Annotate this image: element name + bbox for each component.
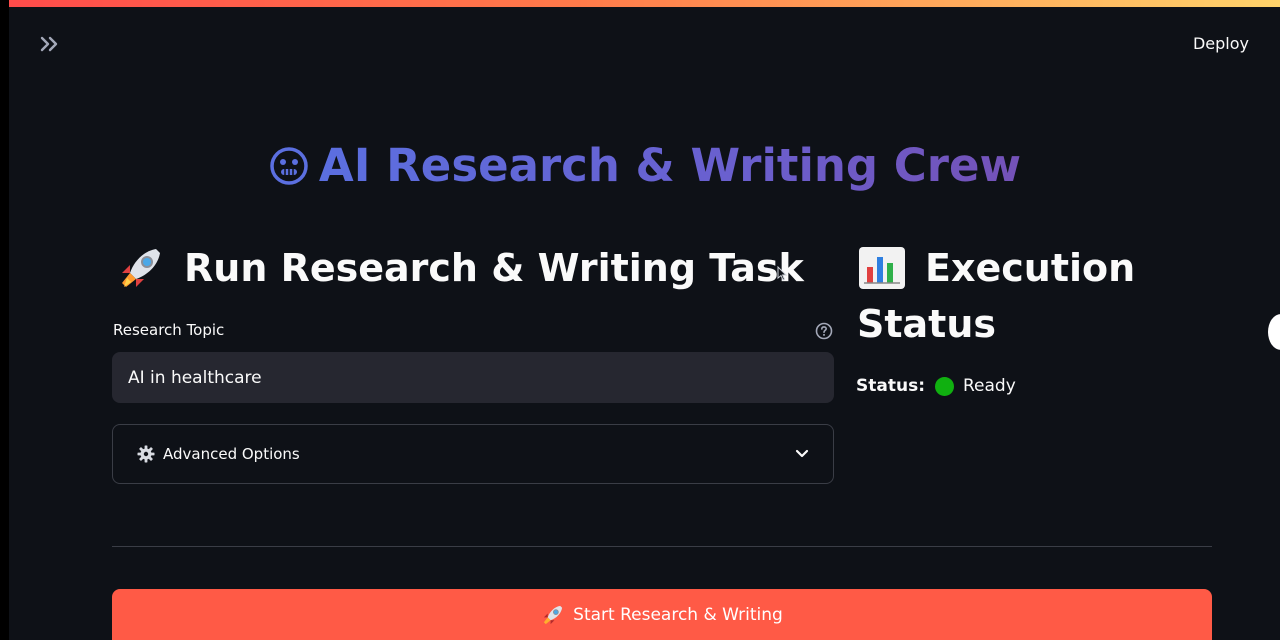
mouse-cursor-icon [777,266,787,281]
top-decoration-bar [0,0,1280,7]
run-task-heading-text: Run Research & Writing Task [184,246,804,290]
left-edge-strip [0,0,9,640]
right-edge-circle[interactable] [1268,314,1280,350]
divider [112,546,1212,547]
execution-status-heading: Execution Status [857,240,1197,352]
start-research-button[interactable]: Start Research & Writing [112,589,1212,640]
research-topic-label: Research Topic [113,321,225,339]
double-chevron-right-icon [40,36,58,52]
deploy-button[interactable]: Deploy [1193,34,1249,53]
expand-sidebar-button[interactable] [38,32,62,56]
page-title: AI Research & Writing Crew [0,140,1280,192]
advanced-options-label: Advanced Options [163,445,300,463]
app-root: Deploy AI Research & Writing Crew Run Re… [0,0,1280,640]
status-label: Status: [856,376,925,396]
rocket-icon [122,249,160,287]
research-topic-input[interactable] [112,352,834,403]
status-value: Ready [963,376,1016,396]
status-line: Status: Ready [856,376,1016,396]
chevron-down-icon [795,449,809,459]
help-icon[interactable] [815,322,833,340]
gear-icon [137,445,155,463]
bar-chart-icon [859,247,905,289]
page-title-text: AI Research & Writing Crew [318,139,1022,192]
status-green-dot-icon [935,376,954,396]
run-task-heading: Run Research & Writing Task [116,240,804,296]
execution-heading-line1: Execution [925,246,1136,290]
advanced-options-expander[interactable]: Advanced Options [112,424,834,484]
robot-face-icon [270,147,308,185]
rocket-icon [544,605,563,624]
execution-heading-line2: Status [857,302,997,346]
start-research-label: Start Research & Writing [573,604,783,625]
